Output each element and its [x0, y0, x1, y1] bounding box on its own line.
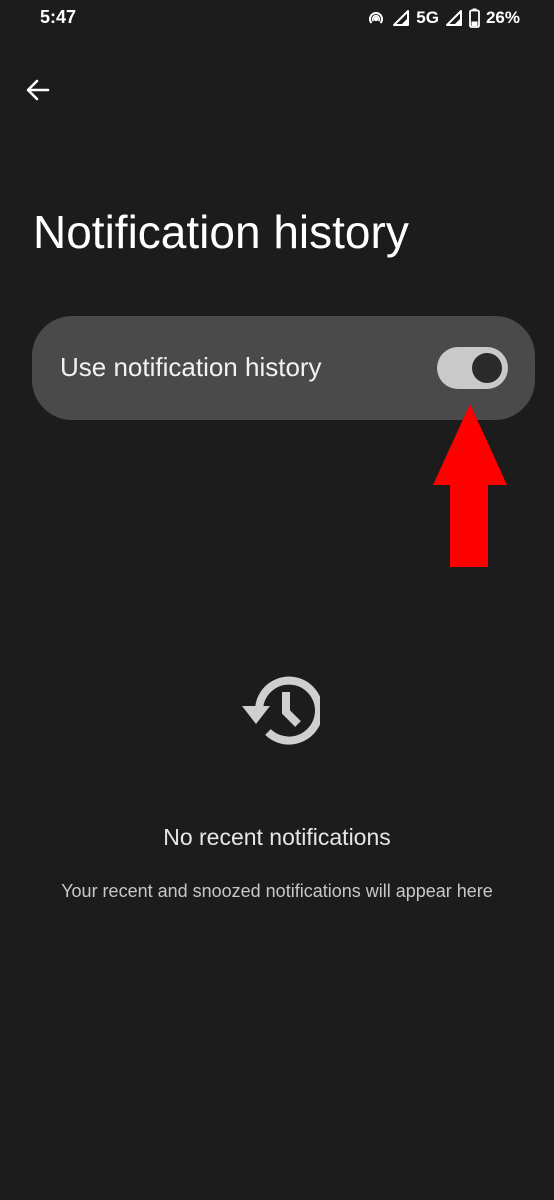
battery-percent: 26% [485, 8, 520, 27]
hotspot-icon [366, 8, 386, 28]
red-arrow-up-icon [430, 402, 510, 570]
battery-icon [469, 8, 480, 28]
notification-history-screen: 5:47 5G 26% Notification history Use not… [0, 0, 554, 1200]
signal-icon [392, 9, 410, 27]
network-type: 5G [416, 8, 439, 27]
back-button[interactable] [16, 70, 60, 114]
page-title: Notification history [33, 206, 409, 258]
notification-history-switch[interactable] [437, 347, 508, 389]
empty-state-title: No recent notifications [163, 824, 391, 850]
empty-state-description: Your recent and snoozed notifications wi… [61, 881, 493, 901]
arrow-left-icon [25, 77, 51, 108]
toggle-label: Use notification history [60, 352, 322, 382]
status-time: 5:47 [40, 7, 77, 27]
status-icons: 5G 26% [366, 6, 520, 30]
signal-icon [445, 9, 463, 27]
history-icon [234, 672, 323, 748]
switch-thumb [472, 353, 502, 383]
status-bar: 5:47 5G 26% [0, 0, 554, 36]
